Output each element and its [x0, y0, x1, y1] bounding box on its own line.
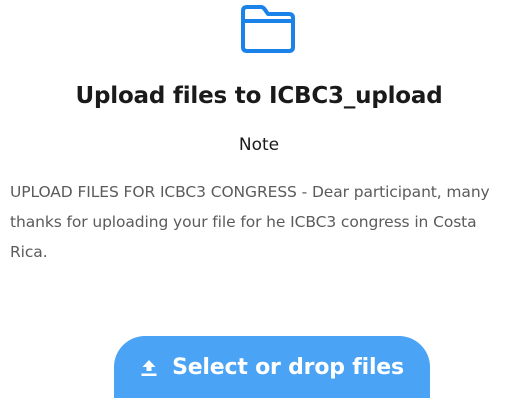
- page-title: Upload files to ICBC3_upload: [75, 83, 443, 109]
- select-or-drop-files-button[interactable]: Select or drop files: [114, 336, 430, 398]
- upload-button-label: Select or drop files: [172, 355, 404, 380]
- upload-icon: [141, 360, 157, 376]
- folder-icon: [241, 5, 295, 53]
- note-description: UPLOAD FILES FOR ICBC3 CONGRESS - Dear p…: [10, 183, 490, 261]
- note-label: Note: [238, 135, 280, 155]
